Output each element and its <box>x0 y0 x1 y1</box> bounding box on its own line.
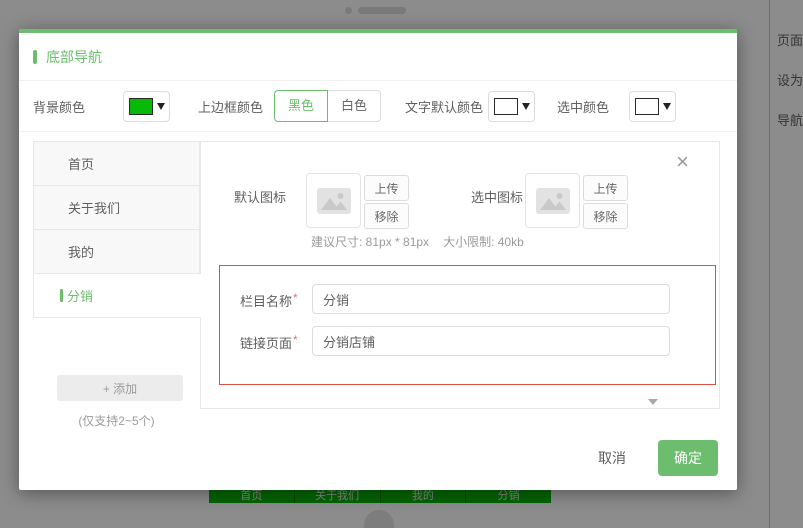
bg-color-picker[interactable] <box>123 90 171 122</box>
dialog-title: 底部导航 <box>46 48 102 65</box>
default-icon-actions: 上传 移除 <box>364 175 409 229</box>
selected-icon-preview <box>525 173 580 228</box>
add-tab-button[interactable]: + 添加 <box>57 375 183 401</box>
caret-down-icon <box>521 102 530 110</box>
bg-color-swatch <box>128 97 153 115</box>
title-accent-bar <box>33 49 37 64</box>
close-icon[interactable]: × <box>676 151 689 173</box>
selected-color-swatch <box>634 97 659 115</box>
default-icon-label: 默认图标 <box>234 190 287 205</box>
cancel-button[interactable]: 取消 <box>592 447 632 469</box>
required-asterisk: * <box>293 291 298 305</box>
selected-color-label: 选中颜色 <box>557 99 610 115</box>
text-default-color-swatch <box>493 97 518 115</box>
screen: 页面 设为 导航 首页 关于我们 我的 分销 底部导航 背景颜色 上边框颜色 黑… <box>0 0 803 528</box>
nav-tab-about[interactable]: 关于我们 <box>33 185 200 230</box>
caret-down-icon <box>156 102 165 110</box>
image-placeholder-icon <box>535 187 570 214</box>
confirm-button[interactable]: 确定 <box>658 440 718 476</box>
nav-tab-label: 分销 <box>67 289 94 304</box>
tab-name-label: 栏目名称* <box>240 291 298 310</box>
size-hint-dimension: 建议尺寸: 81px * 81px <box>311 235 430 249</box>
top-border-black-button[interactable]: 黑色 <box>274 90 329 122</box>
caret-down-icon <box>648 399 658 405</box>
top-border-color-label: 上边框颜色 <box>198 99 264 115</box>
nav-tab-home[interactable]: 首页 <box>33 141 200 186</box>
tab-name-label-text: 栏目名称 <box>240 294 293 309</box>
text-default-color-label: 文字默认颜色 <box>405 99 484 115</box>
default-icon-preview <box>306 173 361 228</box>
tab-limit-hint: (仅支持2~5个) <box>78 414 155 428</box>
link-page-value: 分销店铺 <box>323 334 376 350</box>
active-tab-accent-bar <box>60 289 63 302</box>
bottom-nav-dialog: 底部导航 背景颜色 上边框颜色 黑色 白色 文字默认颜色 选中颜色 首页 关于我… <box>19 29 737 490</box>
dialog-footer: 取消 确定 <box>592 440 718 476</box>
tab-name-input[interactable] <box>312 284 670 314</box>
top-border-white-button[interactable]: 白色 <box>327 90 382 122</box>
color-settings-row: 背景颜色 上边框颜色 黑色 白色 文字默认颜色 选中颜色 <box>19 81 737 132</box>
caret-down-icon <box>662 102 671 110</box>
nav-tab-distribution[interactable]: 分销 <box>33 273 201 318</box>
nav-tab-mine[interactable]: 我的 <box>33 229 200 274</box>
selected-icon-remove-button[interactable]: 移除 <box>583 203 628 229</box>
link-page-select[interactable]: 分销店铺 <box>312 326 670 405</box>
selected-icon-actions: 上传 移除 <box>583 175 628 229</box>
link-page-label: 链接页面* <box>240 333 298 352</box>
selected-icon-label: 选中图标 <box>471 190 524 205</box>
size-hint-limit: 大小限制: 40kb <box>443 235 524 249</box>
default-icon-upload-button[interactable]: 上传 <box>364 175 409 201</box>
image-placeholder-icon <box>316 187 351 214</box>
selected-icon-upload-button[interactable]: 上传 <box>583 175 628 201</box>
selected-color-picker[interactable] <box>629 90 677 122</box>
nav-items-column: 首页 关于我们 我的 分销 + 添加 <box>33 141 201 410</box>
bg-color-label: 背景颜色 <box>33 99 86 115</box>
icon-size-hint: 建议尺寸: 81px * 81px 大小限制: 40kb <box>311 233 538 250</box>
default-icon-remove-button[interactable]: 移除 <box>364 203 409 229</box>
dialog-header: 底部导航 <box>19 33 737 81</box>
required-asterisk: * <box>293 333 298 347</box>
text-default-color-picker[interactable] <box>488 90 536 122</box>
top-border-color-group: 黑色 白色 <box>274 90 382 122</box>
tab-editor-panel: × 默认图标 上传 移除 选中图标 上传 移除 建议尺寸: 81px * 81p… <box>200 141 720 409</box>
link-page-label-text: 链接页面 <box>240 336 293 351</box>
highlighted-form-box: 栏目名称* 链接页面* 分销店铺 <box>219 265 716 405</box>
